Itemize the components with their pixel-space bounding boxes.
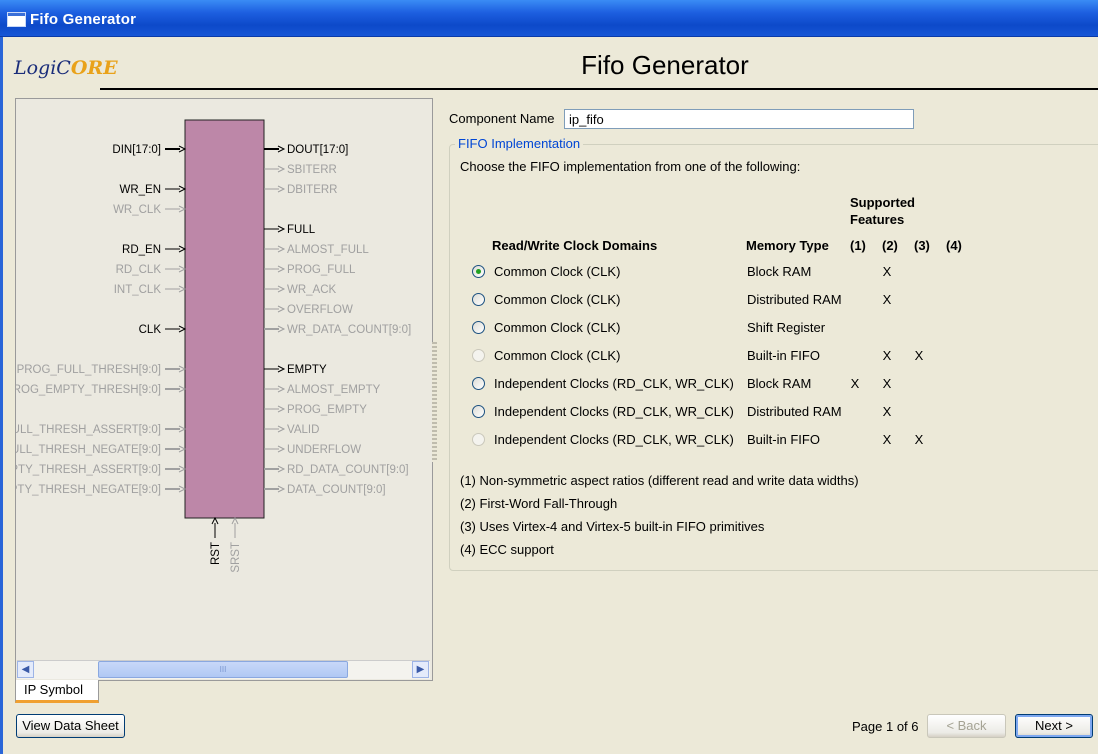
view-data-sheet-button[interactable]: View Data Sheet (16, 714, 125, 738)
column-header-clock-domains: Read/Write Clock Domains (492, 238, 658, 253)
option-radio-6[interactable] (472, 433, 485, 446)
option-radio-0[interactable] (472, 265, 485, 278)
instruction-text: Choose the FIFO implementation from one … (460, 159, 801, 174)
left-pin-label: INT_CLK (114, 284, 162, 296)
option-radio-2[interactable] (472, 321, 485, 334)
right-pin-label: EMPTY (287, 364, 327, 376)
note-4: (4) ECC support (460, 542, 554, 557)
component-name-input[interactable] (564, 109, 914, 129)
left-pin-label: PROG_EMPTY_THRESH_ASSERT[9:0] (16, 464, 161, 476)
left-pin-label: CLK (139, 324, 162, 336)
option-memory-type: Block RAM (747, 264, 812, 279)
right-pin-label: FULL (287, 224, 316, 236)
left-pin-label: PROG_FULL_THRESH_NEGATE[9:0] (16, 444, 161, 456)
option-memory-type: Block RAM (747, 376, 812, 391)
left-pin-label: WR_CLK (113, 204, 161, 216)
right-pin-label: UNDERFLOW (287, 444, 361, 456)
option-memory-type: Built-in FIFO (747, 432, 820, 447)
left-pin-label: PROG_FULL_THRESH[9:0] (17, 364, 161, 376)
logicore-logo: LogiCORE (14, 57, 118, 79)
ip-symbol-panel: DIN[17:0] WR_EN WR_CLK RD_EN RD_CLK INT_CLK CL… (15, 98, 433, 681)
component-name-label: Component Name (449, 111, 555, 126)
feature-supported-mark: X (914, 432, 924, 447)
feature-supported-mark: X (882, 348, 892, 363)
note-1: (1) Non-symmetric aspect ratios (differe… (460, 473, 859, 488)
left-pin-label: PROG_EMPTY_THRESH_NEGATE[9:0] (16, 484, 161, 496)
right-pin-label: WR_DATA_COUNT[9:0] (287, 324, 411, 336)
scroll-left-icon[interactable]: ◀ (17, 661, 34, 678)
window-icon (7, 12, 26, 27)
symbol-horizontal-scrollbar[interactable]: ◀ III ▶ (17, 660, 430, 679)
feature-supported-mark: X (882, 432, 892, 447)
option-memory-type: Shift Register (747, 320, 826, 335)
feature-col-1: (1) (850, 238, 866, 253)
window-border (0, 37, 3, 754)
right-pin-label: DBITERR (287, 184, 337, 196)
option-clock-domain[interactable]: Independent Clocks (RD_CLK, WR_CLK) (494, 376, 734, 391)
feature-supported-mark: X (850, 376, 860, 391)
option-clock-domain[interactable]: Independent Clocks (RD_CLK, WR_CLK) (494, 432, 734, 447)
right-pin-label: SBITERR (287, 164, 337, 176)
right-pin-label: DATA_COUNT[9:0] (287, 484, 386, 496)
bottom-pin-label: RST (210, 542, 222, 565)
option-clock-domain[interactable]: Common Clock (CLK) (494, 348, 620, 363)
note-2: (2) First-Word Fall-Through (460, 496, 618, 511)
feature-col-3: (3) (914, 238, 930, 253)
fifo-implementation-legend: FIFO Implementation (455, 136, 584, 151)
supported-features-header-1: Supported (850, 195, 915, 210)
option-clock-domain[interactable]: Common Clock (CLK) (494, 292, 620, 307)
left-pin-label: WR_EN (119, 184, 161, 196)
bottom-pin-label: SRST (230, 542, 242, 573)
option-radio-1[interactable] (472, 293, 485, 306)
feature-supported-mark: X (914, 348, 924, 363)
option-radio-5[interactable] (472, 405, 485, 418)
left-pin-label: RD_EN (122, 244, 161, 256)
right-pin-label: ALMOST_EMPTY (287, 384, 381, 396)
panel-splitter-handle[interactable] (432, 342, 437, 462)
right-pin-label: OVERFLOW (287, 304, 353, 316)
right-pin-label: WR_ACK (287, 284, 337, 296)
left-pin-label: RD_CLK (116, 264, 162, 276)
header-divider (100, 88, 1098, 90)
right-pin-label: ALMOST_FULL (287, 244, 369, 256)
option-clock-domain[interactable]: Common Clock (CLK) (494, 320, 620, 335)
back-button[interactable]: < Back (927, 714, 1006, 738)
next-button[interactable]: Next > (1015, 714, 1093, 738)
right-pin-label: PROG_FULL (287, 264, 356, 276)
page-indicator: Page 1 of 6 (852, 719, 919, 734)
right-pin-label: PROG_EMPTY (287, 404, 367, 416)
column-header-memory-type: Memory Type (746, 238, 829, 253)
scroll-right-icon[interactable]: ▶ (412, 661, 429, 678)
supported-features-header-2: Features (850, 212, 905, 227)
left-pin-label: DIN[17:0] (112, 144, 161, 156)
note-3: (3) Uses Virtex-4 and Virtex-5 built-in … (460, 519, 765, 534)
option-clock-domain[interactable]: Common Clock (CLK) (494, 264, 620, 279)
option-radio-4[interactable] (472, 377, 485, 390)
tab-ip-symbol[interactable]: IP Symbol (15, 680, 99, 703)
option-memory-type: Built-in FIFO (747, 348, 820, 363)
feature-supported-mark: X (882, 292, 892, 307)
right-pin-label: RD_DATA_COUNT[9:0] (287, 464, 409, 476)
page-title: Fifo Generator (581, 50, 749, 80)
left-pin-label: PROG_FULL_THRESH_ASSERT[9:0] (16, 424, 161, 436)
feature-col-4: (4) (946, 238, 962, 253)
option-radio-3[interactable] (472, 349, 485, 362)
window-titlebar[interactable]: Fifo Generator (0, 0, 1098, 37)
right-pin-label: DOUT[17:0] (287, 144, 348, 156)
option-memory-type: Distributed RAM (747, 404, 842, 419)
option-memory-type: Distributed RAM (747, 292, 842, 307)
left-pin-label: PROG_EMPTY_THRESH[9:0] (16, 384, 161, 396)
scroll-thumb[interactable]: III (98, 661, 348, 678)
feature-supported-mark: X (882, 376, 892, 391)
option-clock-domain[interactable]: Independent Clocks (RD_CLK, WR_CLK) (494, 404, 734, 419)
ip-symbol-diagram: DIN[17:0] WR_EN WR_CLK RD_EN RD_CLK INT_CLK CL… (16, 119, 411, 573)
feature-supported-mark: X (882, 404, 892, 419)
window-title: Fifo Generator (30, 11, 137, 28)
right-pin-label: VALID (287, 424, 319, 436)
feature-supported-mark: X (882, 264, 892, 279)
fifo-block (184, 119, 265, 519)
feature-col-2: (2) (882, 238, 898, 253)
